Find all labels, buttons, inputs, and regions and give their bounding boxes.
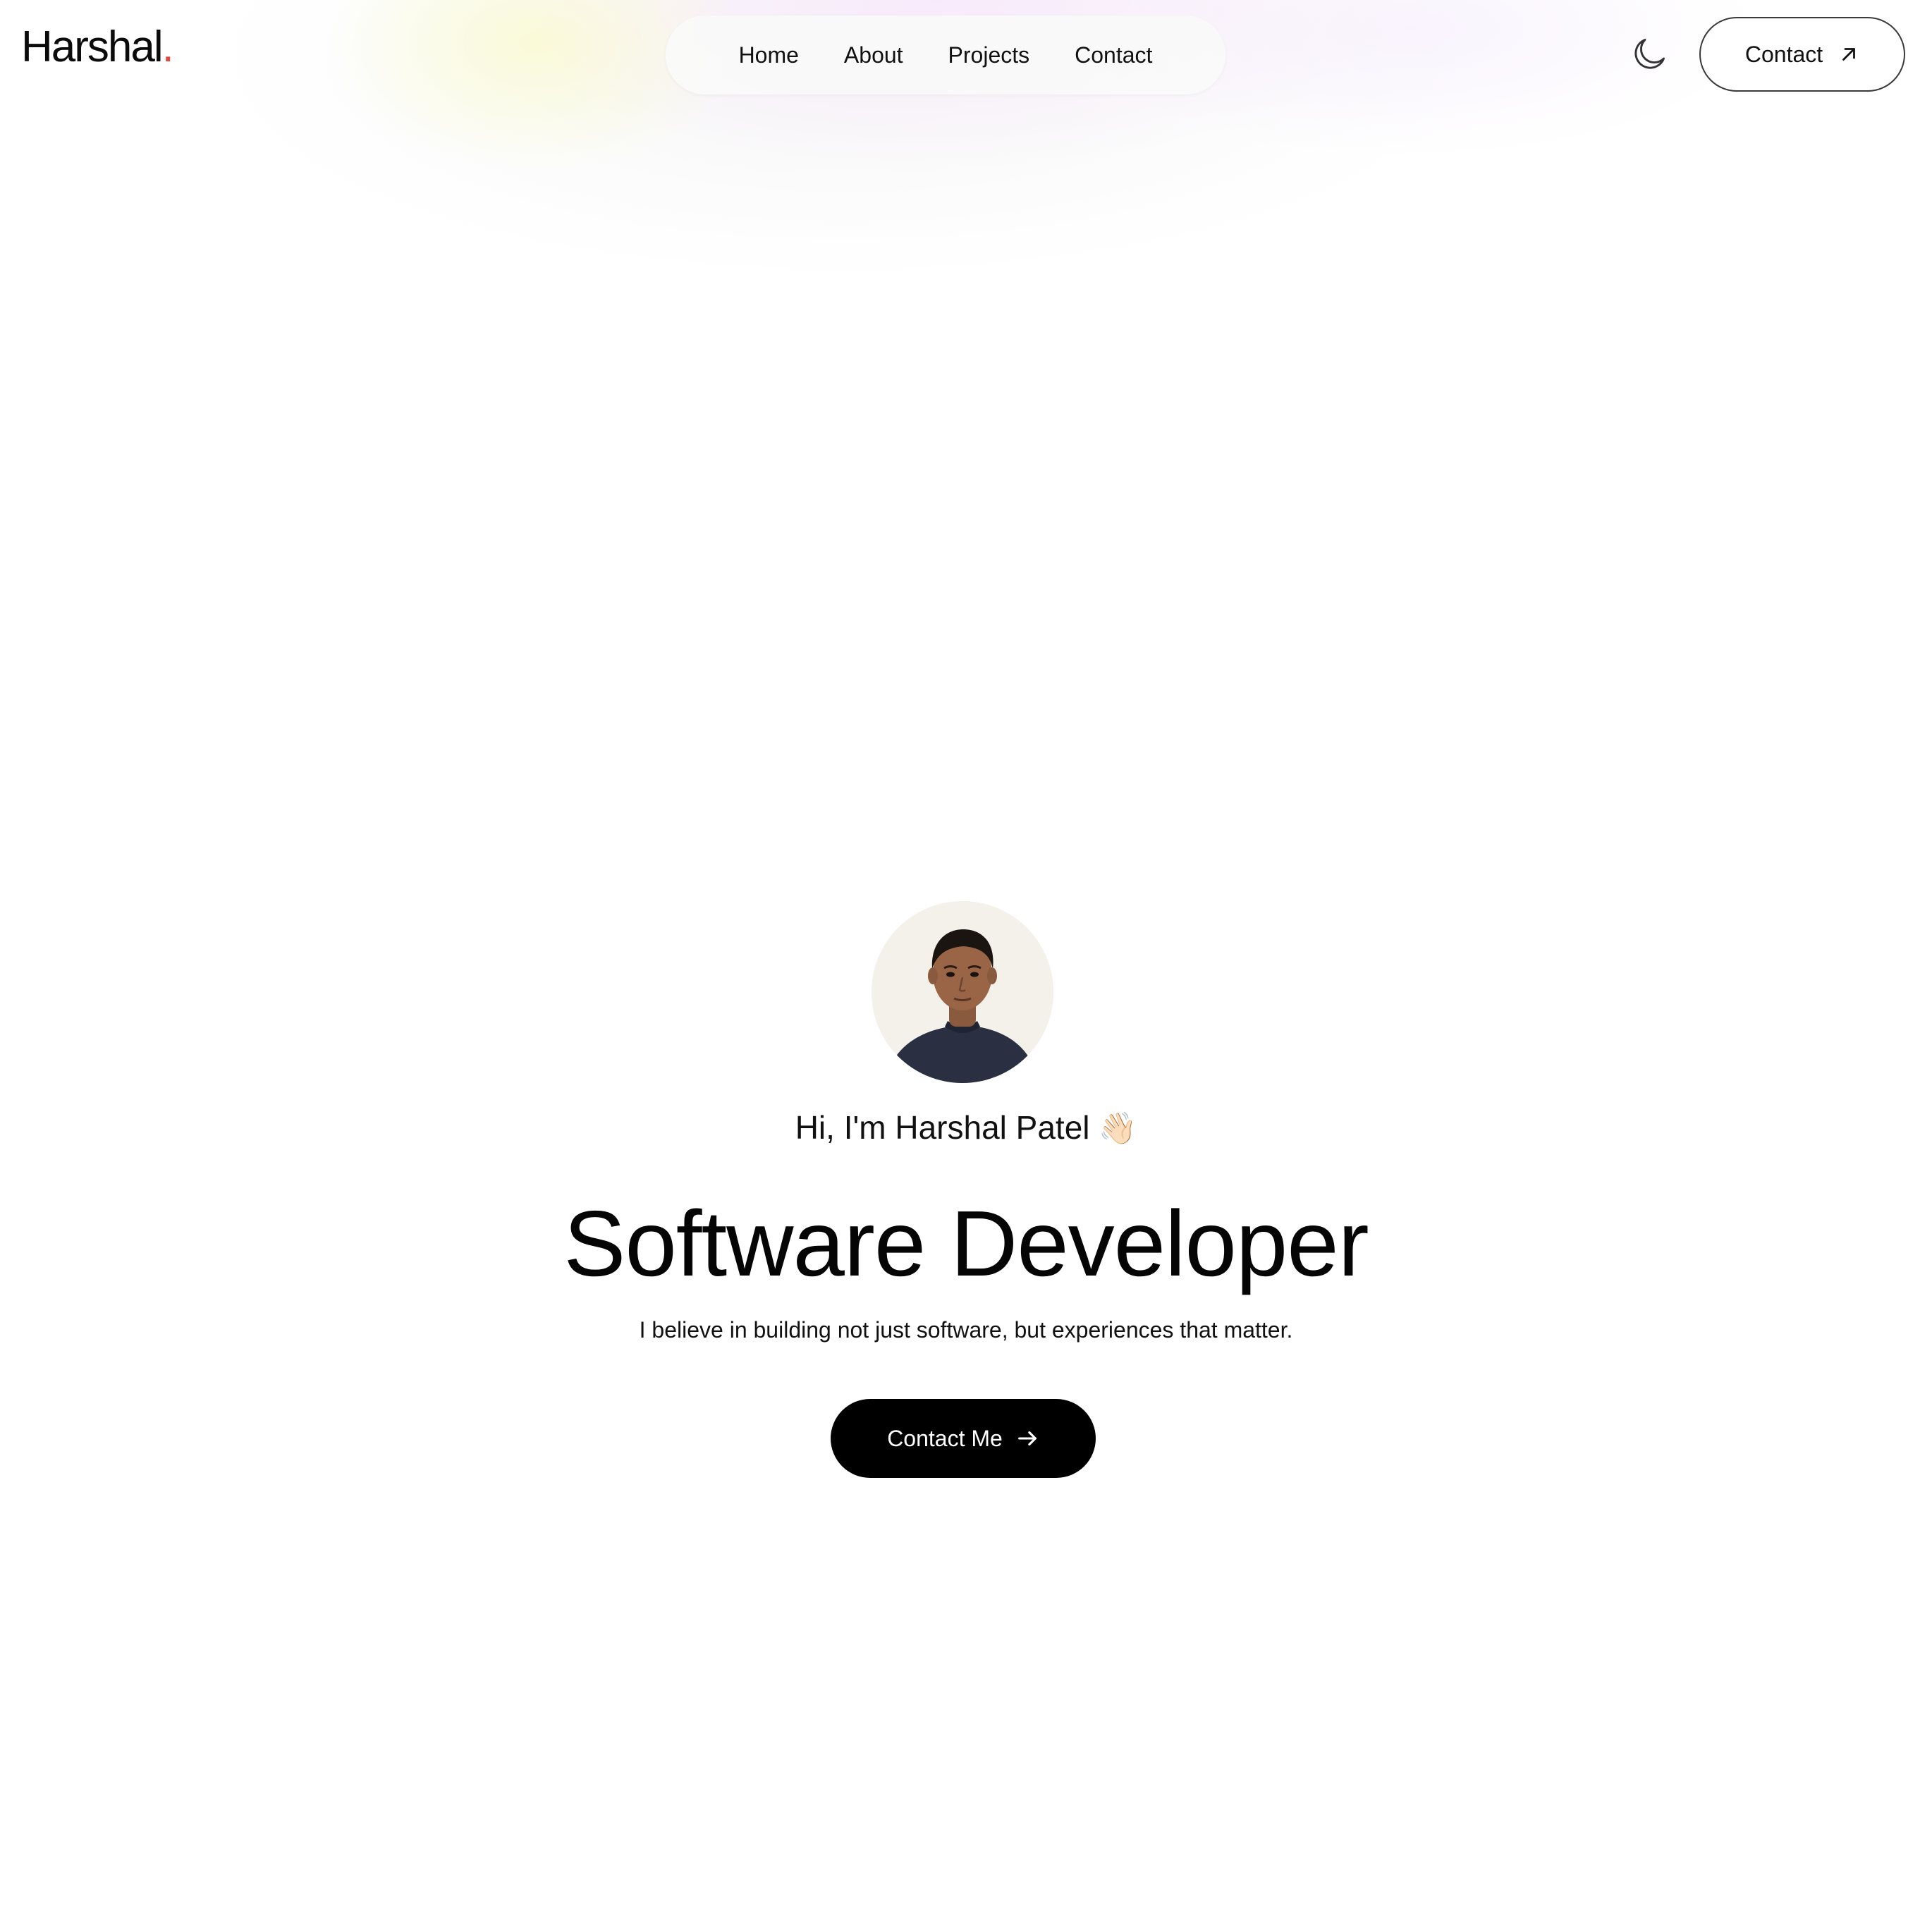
- avatar: [872, 901, 1053, 1083]
- arrow-right-icon: [1017, 1431, 1037, 1446]
- nav-item-about[interactable]: About: [844, 42, 903, 68]
- greeting-text: Hi, I'm Harshal Patel: [795, 1109, 1090, 1146]
- moon-icon: [1634, 39, 1665, 69]
- header-contact-button[interactable]: Contact: [1699, 17, 1905, 92]
- main-nav: Home About Projects Contact: [666, 16, 1225, 94]
- nav-item-home[interactable]: Home: [739, 42, 799, 68]
- brand-logo[interactable]: Harshal.: [21, 23, 174, 71]
- nav-item-projects[interactable]: Projects: [948, 42, 1030, 68]
- page: Harshal. Home About Projects Contact Con…: [0, 0, 1932, 1932]
- hero-title: Software Developer: [563, 1192, 1369, 1295]
- theme-toggle-button[interactable]: [1629, 34, 1670, 75]
- avatar-portrait: [872, 901, 1053, 1083]
- arrow-up-right-icon: [1842, 48, 1856, 61]
- nav-item-contact[interactable]: Contact: [1075, 42, 1152, 68]
- hero-tagline: I believe in building not just software,…: [639, 1317, 1293, 1343]
- waving-hand-icon: 👋🏻: [1098, 1111, 1137, 1146]
- contact-me-label: Contact Me: [887, 1425, 1003, 1451]
- brand-name: Harshal: [21, 23, 164, 71]
- contact-me-button[interactable]: Contact Me: [831, 1399, 1096, 1478]
- hero-greeting: Hi, I'm Harshal Patel 👋🏻: [0, 1108, 1932, 1147]
- header-contact-label: Contact: [1744, 41, 1823, 67]
- brand-dot: .: [161, 23, 174, 71]
